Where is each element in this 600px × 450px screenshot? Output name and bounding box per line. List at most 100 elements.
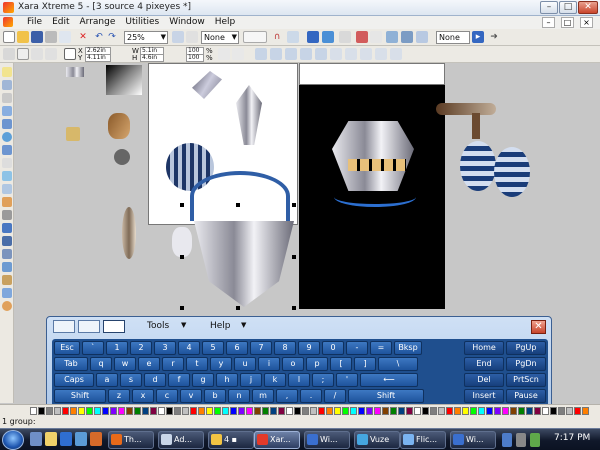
shadow-icon[interactable] xyxy=(2,210,12,220)
menu-edit[interactable]: Edit xyxy=(47,16,74,29)
close-button[interactable]: ✕ xyxy=(578,1,598,14)
colour-swatch[interactable] xyxy=(486,407,493,415)
colour-swatch[interactable] xyxy=(462,407,469,415)
key-sym12[interactable]: - xyxy=(346,341,368,355)
save-icon[interactable] xyxy=(31,31,43,43)
colour-swatch[interactable] xyxy=(374,407,381,415)
contour-icon[interactable] xyxy=(356,31,368,43)
selector-icon[interactable] xyxy=(3,48,15,60)
colour-swatch[interactable] xyxy=(510,407,517,415)
key-9[interactable]: 9 xyxy=(298,341,320,355)
colour-swatch[interactable] xyxy=(422,407,429,415)
colour-swatch[interactable] xyxy=(158,407,165,415)
clipart-object[interactable] xyxy=(108,113,130,139)
quickshape-tool-icon[interactable] xyxy=(2,145,12,155)
key-k[interactable]: k xyxy=(264,373,286,387)
convert-bitmap-icon[interactable] xyxy=(390,48,402,60)
convert-editable-icon[interactable] xyxy=(375,48,387,60)
striped-ball-object[interactable] xyxy=(460,141,496,191)
chevron-down-icon[interactable]: ▼ xyxy=(181,321,186,329)
key-m[interactable]: m xyxy=(252,389,274,403)
colour-swatch[interactable] xyxy=(102,407,109,415)
key-prtscn[interactable]: PrtScn xyxy=(506,373,546,387)
colour-swatch[interactable] xyxy=(46,407,53,415)
key-sym10[interactable]: / xyxy=(324,389,346,403)
colour-swatch[interactable] xyxy=(182,407,189,415)
bring-front-icon[interactable] xyxy=(270,48,282,60)
colour-swatch[interactable] xyxy=(358,407,365,415)
contour-tool-icon[interactable] xyxy=(2,197,12,207)
key-sym9[interactable]: . xyxy=(300,389,322,403)
menu-file[interactable]: File xyxy=(22,16,47,29)
colour-swatch[interactable] xyxy=(174,407,181,415)
colour-swatch[interactable] xyxy=(478,407,485,415)
key-pgdn[interactable]: PgDn xyxy=(506,357,546,371)
blue-curve-object[interactable] xyxy=(190,171,290,221)
colour-swatch[interactable] xyxy=(526,407,533,415)
bounds-icon[interactable] xyxy=(17,48,29,60)
dagger-handle-object[interactable] xyxy=(472,113,480,139)
key-sym11[interactable]: [ xyxy=(330,357,352,371)
key-i[interactable]: i xyxy=(258,357,280,371)
colour-swatch[interactable] xyxy=(134,407,141,415)
colour-swatch[interactable] xyxy=(270,407,277,415)
flip-icon[interactable] xyxy=(45,48,57,60)
key-caps[interactable]: Caps xyxy=(54,373,94,387)
clipart-object[interactable] xyxy=(114,149,130,165)
key-p[interactable]: p xyxy=(306,357,328,371)
key-a[interactable]: a xyxy=(96,373,118,387)
colour-swatch[interactable] xyxy=(230,407,237,415)
taskbar-button[interactable]: Wi... xyxy=(304,431,350,449)
key-sym13[interactable]: \ xyxy=(378,357,418,371)
key-n[interactable]: n xyxy=(228,389,250,403)
colour-swatch[interactable] xyxy=(494,407,501,415)
key-f[interactable]: f xyxy=(168,373,190,387)
key-pause[interactable]: Pause xyxy=(506,389,546,403)
menu-window[interactable]: Window xyxy=(164,16,210,29)
colour-swatch[interactable] xyxy=(254,407,261,415)
firefox-icon[interactable] xyxy=(90,432,102,446)
key-c[interactable]: c xyxy=(156,389,178,403)
doc-close-button[interactable]: × xyxy=(580,17,593,28)
clipart-object[interactable] xyxy=(106,65,142,95)
colour-swatch[interactable] xyxy=(446,407,453,415)
transparency-icon[interactable] xyxy=(322,31,334,43)
keyboard-tools-menu[interactable]: Tools xyxy=(147,321,169,331)
taskbar-button[interactable]: Vuze xyxy=(354,431,400,449)
key-u[interactable]: u xyxy=(234,357,256,371)
taskbar-button[interactable]: Xar... xyxy=(254,431,300,449)
colour-swatch[interactable] xyxy=(94,407,101,415)
key-g[interactable]: g xyxy=(192,373,214,387)
key-z[interactable]: z xyxy=(108,389,130,403)
taskbar-button[interactable]: Flic... xyxy=(400,431,446,449)
colour-swatch[interactable] xyxy=(582,407,589,415)
text-tool-icon[interactable] xyxy=(370,31,382,43)
selection-handle[interactable] xyxy=(292,255,296,259)
key-r[interactable]: r xyxy=(162,357,184,371)
colour-swatch[interactable] xyxy=(414,407,421,415)
colour-swatch[interactable] xyxy=(550,407,557,415)
colour-swatch[interactable] xyxy=(558,407,565,415)
folder-icon[interactable] xyxy=(45,432,57,446)
print-icon[interactable] xyxy=(45,31,57,43)
transparency-tool-icon[interactable] xyxy=(2,184,12,194)
align-icon[interactable] xyxy=(255,48,267,60)
send-back-icon[interactable] xyxy=(285,48,297,60)
dagger-object[interactable] xyxy=(436,103,496,115)
colour-swatch[interactable] xyxy=(406,407,413,415)
colour-swatch[interactable] xyxy=(222,407,229,415)
xara-app-icon[interactable] xyxy=(3,2,14,13)
colour-swatch[interactable] xyxy=(294,407,301,415)
colour-swatch[interactable] xyxy=(118,407,125,415)
key-del[interactable]: Del xyxy=(464,373,504,387)
lock-aspect-icon[interactable] xyxy=(218,48,230,60)
redo-icon[interactable]: ↷ xyxy=(106,31,118,43)
colour-swatch[interactable] xyxy=(518,407,525,415)
key-sym8[interactable]: , xyxy=(276,389,298,403)
colour-swatch[interactable] xyxy=(110,407,117,415)
keyboard-help-menu[interactable]: Help xyxy=(210,321,231,331)
volume-icon[interactable] xyxy=(516,433,526,447)
chevron-down-icon[interactable]: ▼ xyxy=(241,321,246,329)
key-6[interactable]: 6 xyxy=(226,341,248,355)
clock[interactable]: 7:17 PM xyxy=(554,433,590,443)
